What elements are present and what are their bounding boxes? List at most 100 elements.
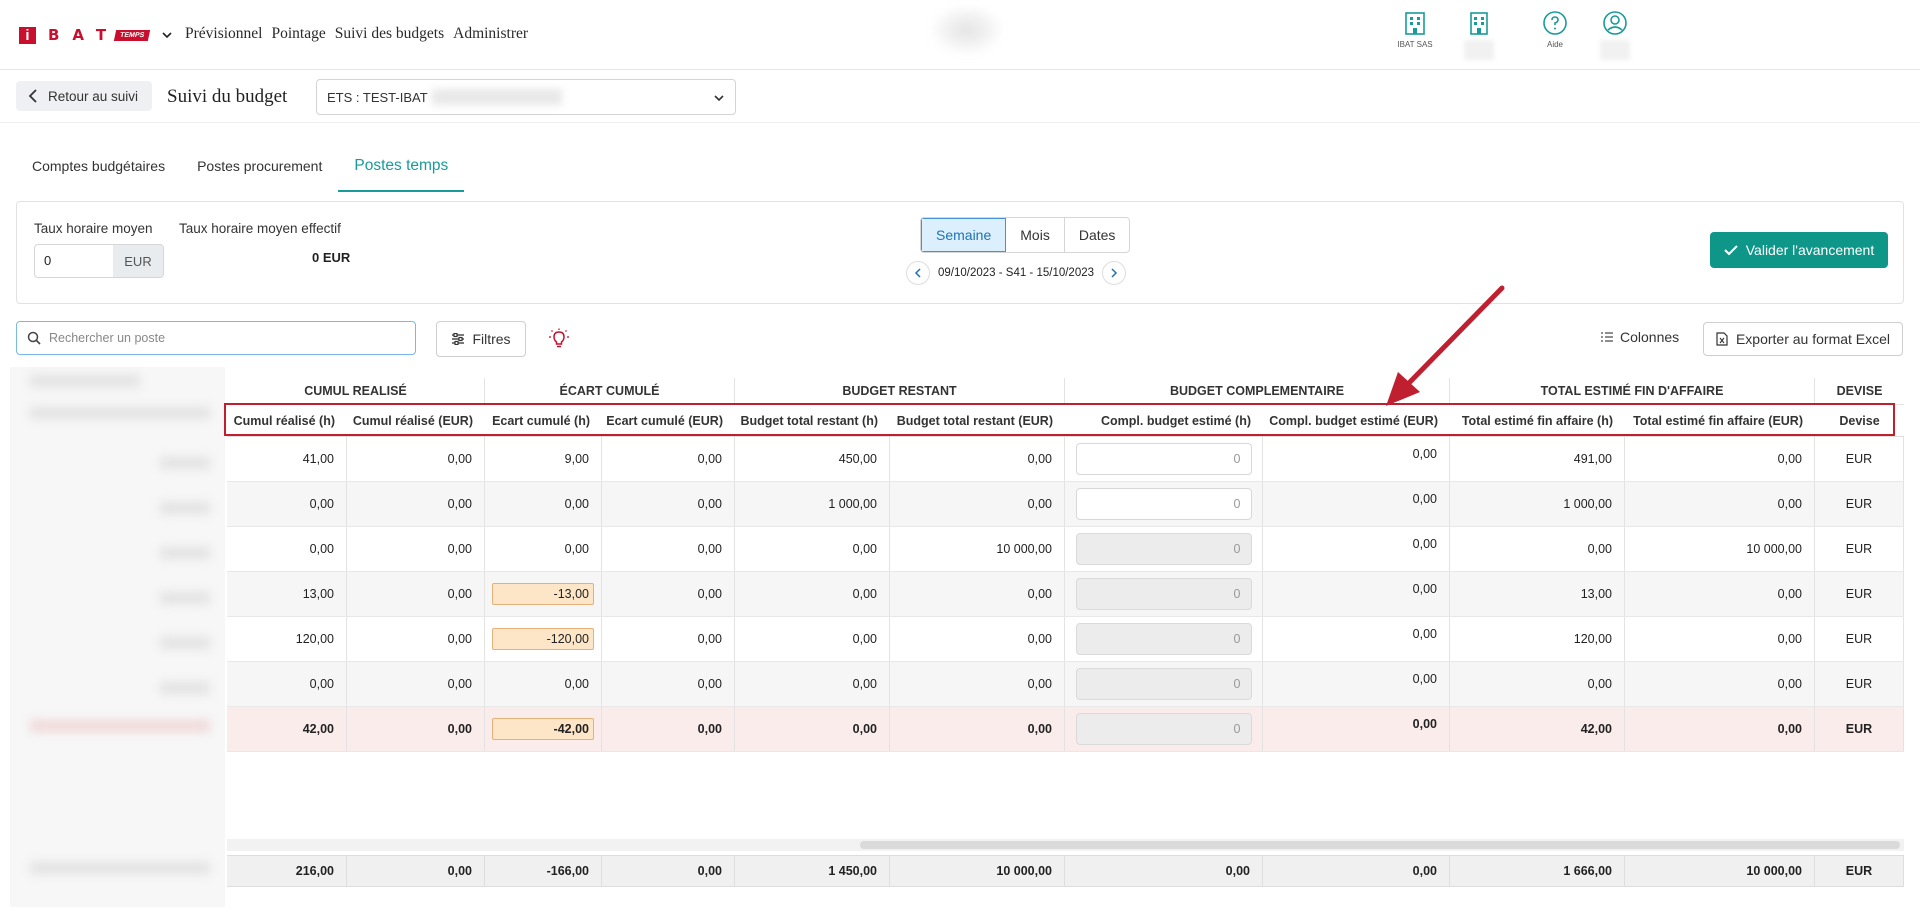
table-cell: 42,00 xyxy=(1450,707,1625,751)
table-row: 13,00 0,00 -13,00 0,00 0,00 0,00 0 0,00 13,00 0,0… xyxy=(227,572,1904,617)
totals-row: 216,00 0,00 -166,00 0,00 1 450,00 10 000,00 0,… xyxy=(227,855,1904,887)
column-header[interactable]: Devise xyxy=(1815,405,1904,436)
ets-select[interactable]: ETS : TEST-IBAT xyxy=(316,79,736,115)
table-row: 0,00 0,00 0,00 0,00 0,00 10 000,00 0 0,00 0,00 10… xyxy=(227,527,1904,572)
compl-budget-input: 0 xyxy=(1075,668,1252,700)
compl-budget-input[interactable]: 0 xyxy=(1075,443,1252,475)
column-header[interactable]: Budget total restant (h) xyxy=(735,405,890,436)
chevron-right-icon xyxy=(1111,268,1118,278)
table-cell: 491,00 xyxy=(1450,437,1625,481)
company-label: IBAT SAS xyxy=(1397,40,1433,49)
rate-field[interactable]: 0 EUR xyxy=(34,244,164,278)
export-excel-button[interactable]: Exporter au format Excel xyxy=(1703,322,1903,356)
search-input[interactable]: Rechercher un poste xyxy=(16,321,416,355)
nav-pointage[interactable]: Pointage xyxy=(272,25,326,43)
group-header: ÉCART CUMULÉ xyxy=(485,378,735,404)
table-cell: 0 xyxy=(1065,482,1263,526)
table-cell: EUR xyxy=(1815,662,1904,706)
group-header: DEVISE xyxy=(1836,384,1883,398)
blurred-label xyxy=(1600,40,1630,60)
scrollbar-thumb[interactable] xyxy=(860,841,1900,849)
back-button[interactable]: Retour au suivi xyxy=(16,81,153,111)
site-switch[interactable] xyxy=(1454,10,1504,60)
table-cell: 0,00 xyxy=(347,572,485,616)
table-cell: 0,00 xyxy=(1625,482,1815,526)
table-cell: 0,00 xyxy=(347,437,485,481)
app-logo[interactable]: i BAT TEMPS xyxy=(19,26,173,44)
search-icon xyxy=(27,331,41,345)
table-cell: 0,00 xyxy=(735,707,890,751)
table-cell: -120,00 xyxy=(485,617,602,661)
column-header[interactable]: Cumul réalisé (h) xyxy=(227,405,347,436)
column-header[interactable]: Compl. budget estimé (h) xyxy=(1065,405,1263,436)
validate-progress-button[interactable]: Valider l'avancement xyxy=(1710,232,1888,268)
group-header: BUDGET RESTANT xyxy=(735,378,1065,404)
tab-postes-procurement[interactable]: Postes procurement xyxy=(181,148,338,192)
grid-body: 41,00 0,00 9,00 0,00 450,00 0,00 0 0,00 491,00 0,… xyxy=(227,437,1904,752)
column-header[interactable]: Total estimé fin affaire (EUR) xyxy=(1625,405,1815,436)
period-semaine[interactable]: Semaine xyxy=(921,218,1007,252)
table-cell: 0,00 xyxy=(602,662,735,706)
total-cell: 1 450,00 xyxy=(735,856,890,886)
help-button[interactable]: Aide xyxy=(1530,10,1580,49)
sub-header: Retour au suivi Suivi du budget ETS : TE… xyxy=(0,71,1920,123)
compl-budget-input[interactable]: 0 xyxy=(1075,488,1252,520)
tab-postes-temps[interactable]: Postes temps xyxy=(338,148,465,192)
logo-i: i xyxy=(19,26,36,44)
ets-value: ETS : TEST-IBAT xyxy=(327,89,428,105)
group-header-row: CUMUL REALISÉ ÉCART CUMULÉ BUDGET RESTAN… xyxy=(227,378,1904,405)
columns-label: Colonnes xyxy=(1620,329,1680,345)
table-cell: 0 xyxy=(1065,662,1263,706)
column-header[interactable]: Ecart cumulé (EUR) xyxy=(602,405,735,436)
total-cell: 10 000,00 xyxy=(1625,856,1815,886)
tab-bar: Comptes budgétaires Postes procurement P… xyxy=(16,148,465,192)
chevron-left-icon xyxy=(914,268,921,278)
annotation-arrow xyxy=(1386,285,1505,406)
user-icon xyxy=(1603,11,1627,35)
blurred-row-labels xyxy=(10,367,225,907)
blurred-ets xyxy=(431,89,562,105)
prev-period-button[interactable] xyxy=(906,261,930,285)
horizontal-scrollbar[interactable] xyxy=(227,839,1904,851)
columns-button[interactable]: Colonnes xyxy=(1600,329,1679,345)
period-mois[interactable]: Mois xyxy=(1006,218,1065,252)
table-cell: 0,00 xyxy=(347,482,485,526)
column-header[interactable]: Budget total restant (EUR) xyxy=(890,405,1065,436)
table-cell: 0 xyxy=(1065,572,1263,616)
negative-gap-badge: -42,00 xyxy=(492,718,594,740)
chevron-down-icon[interactable] xyxy=(161,29,173,41)
period-dates[interactable]: Dates xyxy=(1065,218,1130,252)
nav-previsionnel[interactable]: Prévisionnel xyxy=(185,25,263,43)
table-cell: 0,00 xyxy=(1263,662,1450,706)
column-header[interactable]: Ecart cumulé (h) xyxy=(485,405,602,436)
export-label: Exporter au format Excel xyxy=(1735,331,1891,347)
table-cell: 10 000,00 xyxy=(1625,527,1815,571)
table-cell: 0,00 xyxy=(890,572,1065,616)
sliders-icon xyxy=(452,333,465,345)
table-cell: 0,00 xyxy=(602,617,735,661)
table-cell: 0,00 xyxy=(602,527,735,571)
back-label: Retour au suivi xyxy=(48,88,139,104)
logo-badge: TEMPS xyxy=(113,29,151,41)
total-cell: 1 666,00 xyxy=(1450,856,1625,886)
effective-rate-label: Taux horaire moyen effectif xyxy=(179,221,341,236)
negative-gap-badge: -120,00 xyxy=(492,628,594,650)
filters-button[interactable]: Filtres xyxy=(436,321,526,357)
table-cell: 0,00 xyxy=(485,662,602,706)
table-cell: EUR xyxy=(1815,617,1904,661)
lightbulb-icon[interactable] xyxy=(548,328,570,350)
next-period-button[interactable] xyxy=(1102,261,1127,285)
column-header[interactable]: Cumul réalisé (EUR) xyxy=(347,405,485,436)
table-row: 0,00 0,00 0,00 0,00 0,00 0,00 0 0,00 0,00 0,00 EUR xyxy=(227,662,1904,707)
table-cell: 0,00 xyxy=(735,527,890,571)
search-placeholder: Rechercher un poste xyxy=(49,331,166,345)
table-cell: 41,00 xyxy=(227,437,347,481)
tab-comptes-budgetaires[interactable]: Comptes budgétaires xyxy=(16,148,181,192)
table-cell: 0,00 xyxy=(1625,707,1815,751)
table-cell: 0,00 xyxy=(347,662,485,706)
rate-value[interactable]: 0 xyxy=(35,245,113,277)
user-menu[interactable] xyxy=(1590,10,1640,60)
company-switch[interactable]: IBAT SAS xyxy=(1390,10,1440,49)
nav-suivi-budgets[interactable]: Suivi des budgets xyxy=(335,25,444,43)
nav-administrer[interactable]: Administrer xyxy=(453,25,528,43)
